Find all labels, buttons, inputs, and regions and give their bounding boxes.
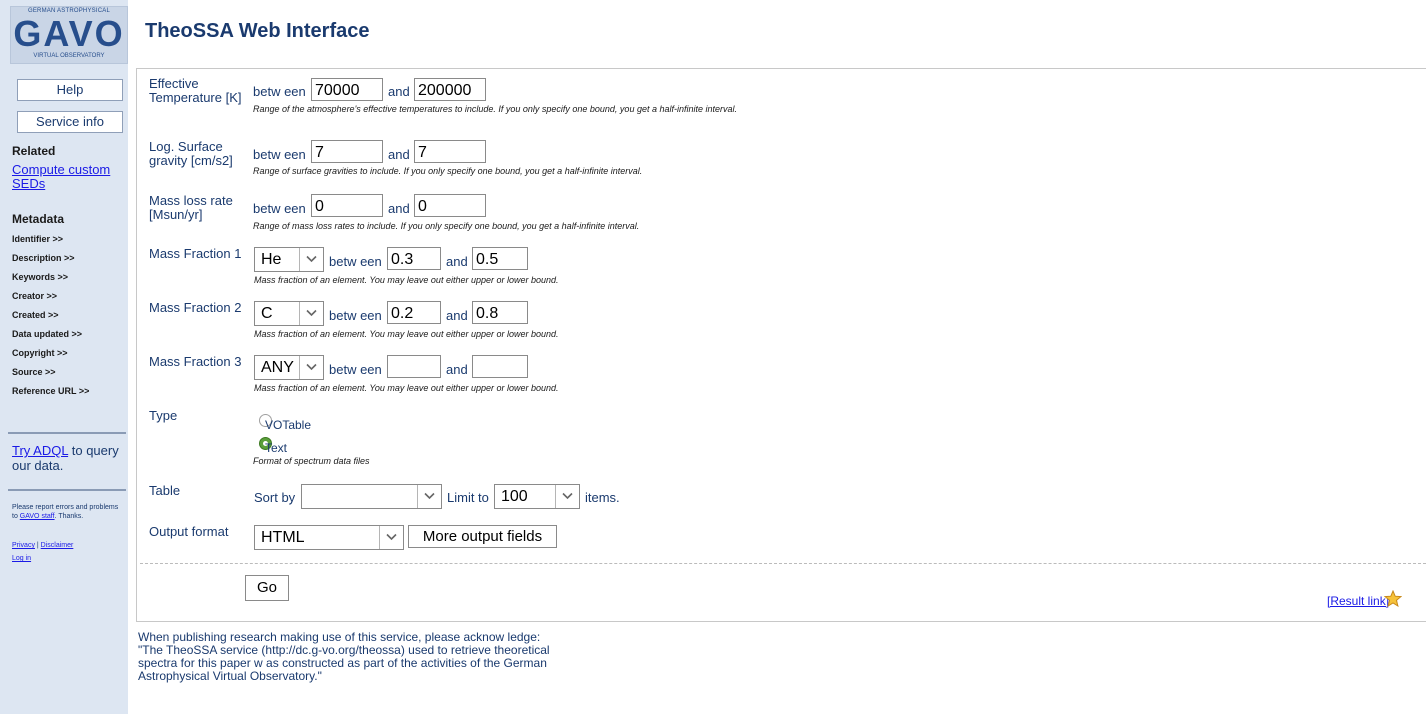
metadata-copyright[interactable]: Copyright >>: [12, 348, 68, 358]
logg-label: Log. Surface gravity [cm/s2]: [149, 139, 233, 168]
privacy-link[interactable]: Privacy: [12, 542, 35, 549]
mf2-high-input[interactable]: 0.8: [472, 301, 528, 324]
metadata-keywords[interactable]: Keywords >>: [12, 272, 68, 282]
between-text: betw een: [253, 147, 306, 162]
mf2-low-input[interactable]: 0.2: [387, 301, 441, 324]
mdot-low-input[interactable]: 0: [311, 194, 383, 217]
mf1-high-input[interactable]: 0.5: [472, 247, 528, 270]
between-text: betw een: [329, 362, 382, 377]
and-text: and: [388, 84, 410, 99]
metadata-identifier[interactable]: Identifier >>: [12, 234, 63, 244]
and-text: and: [446, 308, 468, 323]
and-text: and: [446, 362, 468, 377]
service-info-button[interactable]: Service info: [17, 111, 123, 133]
go-button[interactable]: Go: [245, 575, 289, 601]
mf1-element-value: He: [261, 251, 282, 268]
logg-high-input[interactable]: 7: [414, 140, 486, 163]
limit-select[interactable]: 100: [494, 484, 580, 509]
mf1-label: Mass Fraction 1: [149, 246, 242, 261]
chevron-down-icon: [417, 485, 441, 508]
votable-option-label: VOTable: [265, 418, 312, 432]
star-icon[interactable]: [1384, 590, 1402, 607]
page-title: TheoSSA Web Interface: [145, 20, 370, 42]
teff-low-input[interactable]: 70000: [311, 78, 383, 101]
related-heading: Related: [12, 144, 56, 158]
and-text: and: [388, 147, 410, 162]
help-button[interactable]: Help: [17, 79, 123, 101]
report-text-end: . Thanks.: [54, 513, 84, 520]
and-text: and: [446, 254, 468, 269]
sort-by-select[interactable]: [301, 484, 442, 509]
mdot-high-input[interactable]: 0: [414, 194, 486, 217]
limit-value: 100: [501, 488, 528, 505]
teff-hint: Range of the atmosphere's effective temp…: [253, 104, 738, 114]
adql-block: Try ADQL to query our data.: [12, 443, 126, 473]
output-format-value: HTML: [261, 529, 305, 546]
metadata-reference-url[interactable]: Reference URL >>: [12, 386, 89, 396]
mf3-low-input[interactable]: [387, 355, 441, 378]
mf3-element-select[interactable]: ANY: [254, 355, 324, 380]
items-text: items.: [585, 490, 620, 505]
mf3-label: Mass Fraction 3: [149, 354, 242, 369]
mdot-hint: Range of mass loss rates to include. If …: [253, 221, 640, 231]
text-option-label: Text: [265, 441, 288, 455]
between-text: betw een: [253, 84, 306, 99]
chevron-down-icon: [299, 248, 323, 271]
sort-by-text: Sort by: [254, 490, 296, 505]
metadata-source[interactable]: Source >>: [12, 367, 56, 377]
sidebar-divider: [8, 489, 126, 491]
metadata-description[interactable]: Description >>: [12, 253, 75, 263]
result-link[interactable]: [Result link]: [1327, 594, 1389, 608]
teff-label: Effective Temperature [K]: [149, 76, 242, 105]
mf1-element-select[interactable]: He: [254, 247, 324, 272]
metadata-created[interactable]: Created >>: [12, 310, 59, 320]
mf3-high-input[interactable]: [472, 355, 528, 378]
logg-hint: Range of surface gravities to include. I…: [253, 166, 643, 176]
metadata-data-updated[interactable]: Data updated >>: [12, 329, 82, 339]
more-output-fields-button[interactable]: More output fields: [408, 525, 557, 548]
logo-main-text: GAVO: [13, 13, 125, 54]
log-in-link[interactable]: Log in: [12, 555, 31, 562]
metadata-creator[interactable]: Creator >>: [12, 291, 57, 301]
disclaimer-link[interactable]: Disclaimer: [41, 542, 74, 549]
mf3-element-value: ANY: [261, 359, 294, 376]
mf2-hint: Mass fraction of an element. You may lea…: [254, 329, 559, 339]
and-text: and: [388, 201, 410, 216]
type-hint: Format of spectrum data files: [253, 456, 370, 466]
chevron-down-icon: [299, 302, 323, 325]
sidebar: GERMAN ASTROPHYSICAL GAVO VIRTUAL OBSERV…: [0, 0, 128, 714]
mf3-hint: Mass fraction of an element. You may lea…: [254, 383, 559, 393]
output-format-label: Output format: [149, 524, 229, 539]
legal-links: Privacy | Disclaimer: [12, 542, 73, 549]
report-text: Please report errors and problems to GAV…: [12, 503, 124, 521]
mf2-element-select[interactable]: C: [254, 301, 324, 326]
limit-to-text: Limit to: [447, 490, 489, 505]
table-label: Table: [149, 483, 181, 498]
logg-low-input[interactable]: 7: [311, 140, 383, 163]
teff-high-input[interactable]: 200000: [414, 78, 486, 101]
between-text: betw een: [253, 201, 306, 216]
output-format-select[interactable]: HTML: [254, 525, 404, 550]
form-divider: [140, 563, 1426, 564]
mf2-label: Mass Fraction 2: [149, 300, 242, 315]
acknowledgement-text: When publishing research making use of t…: [138, 630, 550, 683]
type-label: Type: [149, 408, 178, 423]
between-text: betw een: [329, 308, 382, 323]
metadata-heading: Metadata: [12, 212, 65, 226]
chevron-down-icon: [379, 526, 403, 549]
mf2-element-value: C: [261, 305, 273, 322]
mdot-label: Mass loss rate [Msun/yr]: [149, 193, 233, 222]
gavo-staff-link[interactable]: GAVO staff: [20, 513, 55, 520]
chevron-down-icon: [555, 485, 579, 508]
logo-bottom-text: VIRTUAL OBSERVATORY: [33, 53, 105, 59]
between-text: betw een: [329, 254, 382, 269]
gavo-logo[interactable]: GERMAN ASTROPHYSICAL GAVO VIRTUAL OBSERV…: [10, 6, 128, 64]
chevron-down-icon: [299, 356, 323, 379]
sidebar-divider: [8, 432, 126, 434]
try-adql-link[interactable]: Try ADQL: [12, 443, 68, 458]
mf1-low-input[interactable]: 0.3: [387, 247, 441, 270]
compute-custom-seds-link[interactable]: Compute custom SEDs: [12, 163, 122, 191]
mf1-hint: Mass fraction of an element. You may lea…: [254, 275, 559, 285]
